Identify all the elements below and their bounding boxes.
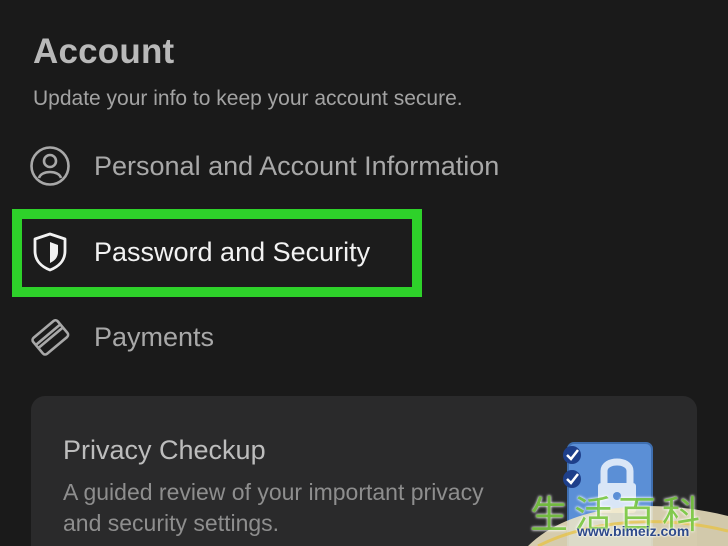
watermark-url: www.bimeiz.com: [577, 523, 690, 539]
menu-item-payments[interactable]: Payments: [28, 307, 214, 367]
menu-item-label: Payments: [94, 321, 215, 352]
account-settings-screen: Account Update your info to keep your ac…: [0, 0, 728, 546]
credit-card-icon: [28, 315, 72, 359]
person-circle-icon: [28, 144, 72, 188]
menu-item-label: Password and Security: [94, 236, 371, 267]
menu-item-label: Personal and Account Information: [94, 150, 500, 181]
privacy-checkup-description: A guided review of your important privac…: [63, 479, 484, 536]
page-subtitle: Update your info to keep your account se…: [33, 87, 463, 110]
menu-item-password-security[interactable]: Password and Security: [28, 222, 370, 282]
shield-icon: [28, 230, 72, 274]
page-title: Account: [33, 32, 175, 71]
privacy-checkup-title: Privacy Checkup: [63, 435, 266, 465]
menu-item-personal-account-info[interactable]: Personal and Account Information: [28, 136, 499, 196]
